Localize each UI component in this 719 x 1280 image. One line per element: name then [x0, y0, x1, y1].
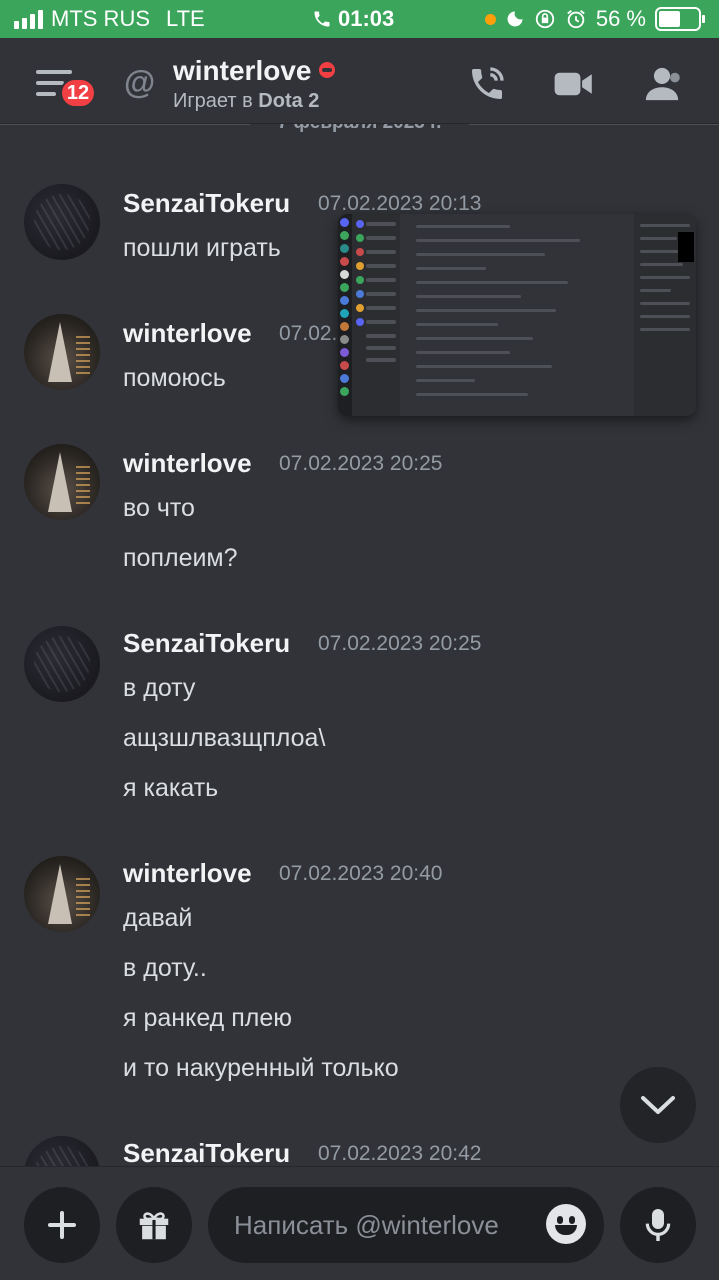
avatar[interactable]	[24, 444, 100, 520]
dm-header: 12 @ winterlove Играет в Dota 2	[0, 38, 719, 124]
message-author[interactable]: winterlove	[123, 448, 252, 479]
message-text: давай	[123, 904, 193, 932]
plus-icon	[48, 1211, 76, 1239]
activity-prefix: Играет в	[173, 90, 259, 112]
message-composer	[0, 1166, 719, 1280]
message-text: пошли играть	[123, 234, 281, 262]
carrier-label: MTS RUS	[51, 6, 150, 31]
message-text: в доту	[123, 674, 196, 702]
screen-share-preview[interactable]	[338, 214, 696, 416]
dm-title[interactable]: winterlove	[173, 55, 336, 87]
members-icon[interactable]	[641, 64, 683, 104]
message-author[interactable]: winterlove	[123, 318, 252, 349]
message-author[interactable]: winterlove	[123, 858, 252, 889]
status-left: MTS RUS LTE	[14, 6, 205, 32]
network-label: LTE	[166, 6, 205, 31]
avatar[interactable]	[24, 184, 100, 260]
status-right: 56 %	[484, 6, 705, 32]
phone-call-icon[interactable]	[467, 64, 507, 104]
dnd-status-icon	[319, 62, 336, 78]
at-icon: @	[124, 64, 156, 100]
status-bar: MTS RUS LTE 01:03 56 %	[0, 0, 719, 38]
message-timestamp: 07.02.2023 20:40	[279, 862, 443, 885]
message-text: и то накуренный только	[123, 1054, 399, 1082]
preview-server-rail	[338, 214, 352, 416]
message-timestamp: 07.02.2023 20:25	[318, 632, 482, 655]
avatar[interactable]	[24, 314, 100, 390]
message-timestamp: 07.02.2023 20:42	[318, 1142, 482, 1165]
battery-fill	[659, 11, 680, 27]
message-author[interactable]: SenzaiTokeru	[123, 628, 290, 659]
add-attachment-button[interactable]	[24, 1187, 100, 1263]
preview-channel-list	[352, 214, 400, 416]
status-center: 01:03	[312, 6, 394, 32]
message-author[interactable]: SenzaiTokeru	[123, 1138, 290, 1166]
preview-chat-pane	[400, 214, 634, 416]
signal-icon	[14, 9, 43, 29]
date-divider-label: 7 февраля 2023 г.	[278, 124, 442, 133]
message-input[interactable]	[234, 1187, 534, 1263]
message-input-container[interactable]	[208, 1187, 604, 1263]
emoji-icon[interactable]	[546, 1204, 586, 1244]
message-text: во что	[123, 494, 195, 522]
header-actions	[467, 64, 683, 104]
avatar[interactable]	[24, 626, 100, 702]
message-text: поплеим?	[123, 544, 238, 572]
call-active-icon	[314, 11, 330, 27]
message-timestamp: 07.02.2023 20:25	[279, 452, 443, 475]
message-text: я какать	[123, 774, 219, 802]
preview-dark-box	[678, 232, 694, 262]
alarm-icon	[567, 10, 585, 29]
date-divider: 7 февраля 2023 г.	[0, 124, 719, 134]
message-timestamp: 07.02.2023 20:13	[318, 192, 482, 215]
message-text: помоюсь	[123, 364, 226, 392]
chevron-down-icon	[641, 1096, 675, 1114]
gift-button[interactable]	[116, 1187, 192, 1263]
jump-to-bottom-button[interactable]	[620, 1067, 696, 1143]
battery-icon	[655, 7, 705, 31]
battery-percent: 56 %	[595, 6, 646, 31]
message-text: я ранкед плею	[123, 1004, 292, 1032]
gift-icon	[139, 1212, 169, 1240]
moon-icon	[507, 11, 523, 27]
message-text: ащзшлвазщплоа\	[123, 724, 326, 752]
avatar[interactable]	[24, 1136, 100, 1166]
dm-username: winterlove	[173, 55, 312, 86]
mic-in-use-dot-icon	[484, 13, 496, 25]
video-camera-icon[interactable]	[553, 64, 595, 104]
rotation-lock-icon	[535, 9, 555, 29]
microphone-icon	[645, 1209, 671, 1241]
dm-activity: Играет в Dota 2	[173, 90, 319, 113]
notification-badge: 12	[60, 78, 96, 108]
avatar[interactable]	[24, 856, 100, 932]
message-author[interactable]: SenzaiTokeru	[123, 188, 290, 219]
clock: 01:03	[338, 6, 395, 31]
message-text: в доту..	[123, 954, 207, 982]
voice-message-button[interactable]	[620, 1187, 696, 1263]
activity-game: Dota 2	[258, 90, 320, 112]
